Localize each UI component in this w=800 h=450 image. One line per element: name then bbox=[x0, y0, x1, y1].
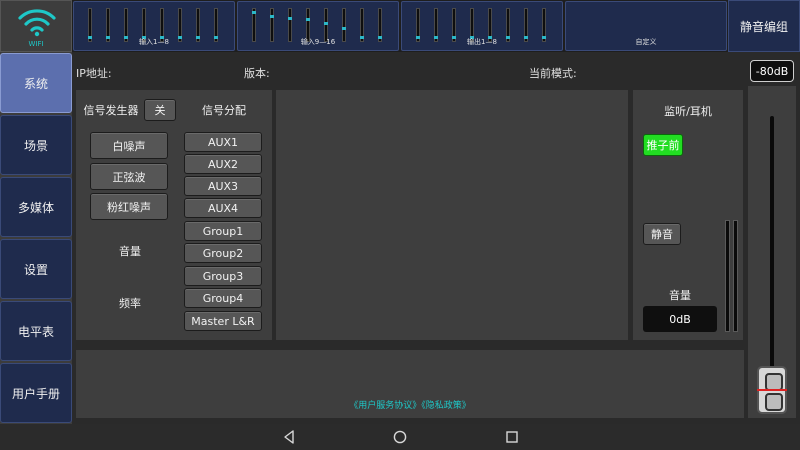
route-group4-button[interactable]: Group4 bbox=[184, 288, 262, 308]
meter-level-marker bbox=[270, 15, 274, 18]
bank-label: 自定义 bbox=[635, 38, 657, 46]
meter-level-marker bbox=[342, 27, 346, 30]
signal-routing-title: 信号分配 bbox=[202, 104, 246, 117]
bank-label: 输入1—8 bbox=[139, 38, 169, 46]
bank-output-1-8[interactable]: 输出1—8 bbox=[401, 1, 563, 51]
user-agreement-privacy-links[interactable]: 《用户服务协议》《隐私政策》 bbox=[76, 398, 744, 411]
sidebar-item-scene[interactable]: 场景 bbox=[0, 115, 72, 175]
back-icon[interactable] bbox=[282, 430, 296, 444]
bank-input-9-16[interactable]: 输入9—16 bbox=[237, 1, 399, 51]
wifi-icon bbox=[18, 9, 56, 37]
wifi-label: WIFI bbox=[28, 40, 44, 48]
route-aux3-button[interactable]: AUX3 bbox=[184, 176, 262, 196]
monitor-meter-left bbox=[725, 220, 730, 332]
monitor-title: 监听/耳机 bbox=[664, 105, 712, 118]
system-navigation-bar bbox=[0, 424, 800, 450]
sine-wave-button[interactable]: 正弦波 bbox=[90, 163, 168, 190]
bank-input-1-8[interactable]: 输入1—8 bbox=[73, 1, 235, 51]
sidebar-item-system[interactable]: 系统 bbox=[0, 53, 72, 113]
monitor-meter-right bbox=[733, 220, 738, 332]
bank-label: 输出1—8 bbox=[467, 38, 497, 46]
monitor-mute-button[interactable]: 静音 bbox=[643, 223, 681, 245]
route-group3-button[interactable]: Group3 bbox=[184, 266, 262, 286]
generator-volume-label: 音量 bbox=[119, 245, 141, 258]
version-label: 版本: bbox=[244, 67, 270, 80]
route-master-lr-button[interactable]: Master L&R bbox=[184, 311, 262, 331]
route-group1-button[interactable]: Group1 bbox=[184, 221, 262, 241]
master-fader-handle[interactable] bbox=[757, 366, 787, 414]
monitor-volume-label: 音量 bbox=[669, 289, 691, 302]
pink-noise-button[interactable]: 粉红噪声 bbox=[90, 193, 168, 220]
route-aux4-button[interactable]: AUX4 bbox=[184, 198, 262, 218]
master-fader-track[interactable] bbox=[770, 116, 774, 406]
route-aux1-button[interactable]: AUX1 bbox=[184, 132, 262, 152]
pre-fader-button[interactable]: 推子前 bbox=[643, 134, 683, 156]
level-readout: -80dB bbox=[750, 60, 794, 82]
ip-address-label: IP地址: bbox=[76, 67, 112, 80]
fader-center-line bbox=[757, 389, 787, 391]
sidebar-item-settings[interactable]: 设置 bbox=[0, 239, 72, 299]
sidebar-item-multimedia[interactable]: 多媒体 bbox=[0, 177, 72, 237]
wifi-button[interactable]: WIFI bbox=[0, 0, 72, 52]
bank-label: 输入9—16 bbox=[300, 38, 336, 46]
route-aux2-button[interactable]: AUX2 bbox=[184, 154, 262, 174]
sidebar-item-user-manual[interactable]: 用户手册 bbox=[0, 363, 72, 423]
route-group2-button[interactable]: Group2 bbox=[184, 243, 262, 263]
sidebar-item-level-meter[interactable]: 电平表 bbox=[0, 301, 72, 361]
generator-frequency-label: 频率 bbox=[119, 297, 141, 310]
meter-level-marker bbox=[288, 17, 292, 20]
signal-generator-title: 信号发生器 bbox=[83, 104, 139, 117]
mute-group-button[interactable]: 静音编组 bbox=[728, 0, 800, 52]
center-panel bbox=[276, 90, 628, 340]
recent-apps-icon[interactable] bbox=[505, 430, 519, 444]
signal-generator-toggle[interactable]: 关 bbox=[144, 99, 176, 121]
meter-level-marker bbox=[324, 22, 328, 25]
meter-level-marker bbox=[306, 18, 310, 21]
fader-grip-bottom bbox=[765, 393, 783, 411]
white-noise-button[interactable]: 白噪声 bbox=[90, 132, 168, 159]
meter-level-marker bbox=[252, 11, 256, 14]
monitor-volume-value: 0dB bbox=[643, 306, 717, 332]
home-icon[interactable] bbox=[393, 430, 407, 444]
bank-custom[interactable]: 自定义 bbox=[565, 1, 727, 51]
current-mode-label: 当前模式: bbox=[529, 67, 577, 80]
